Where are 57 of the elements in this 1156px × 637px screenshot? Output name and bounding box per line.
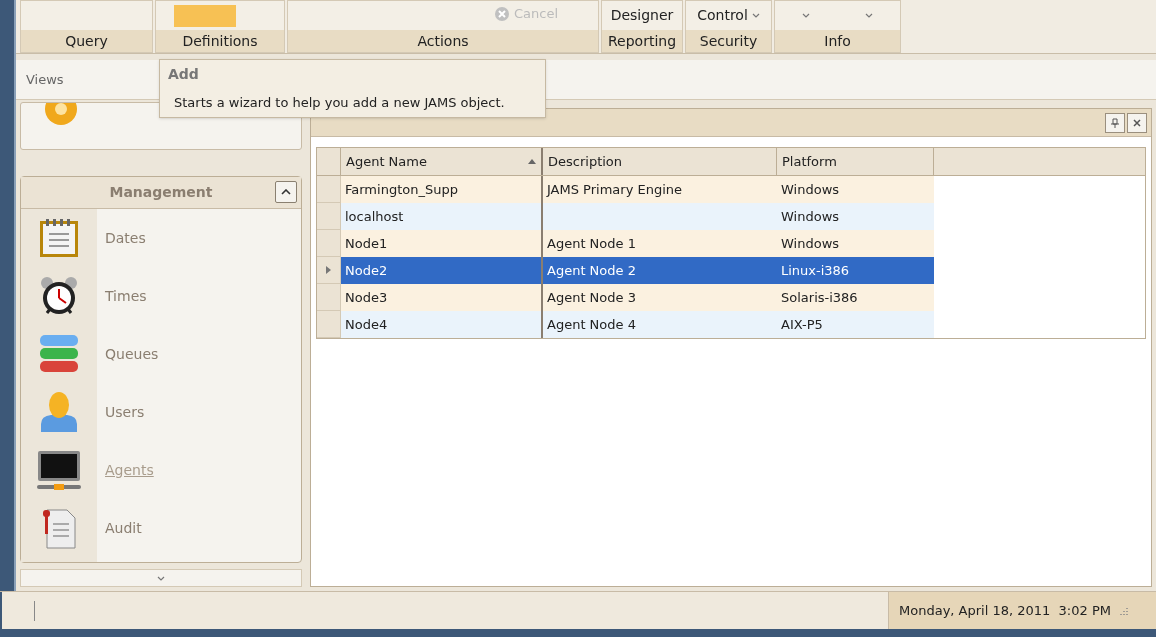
table-cell: localhost [341, 203, 543, 230]
table-cell: Node1 [341, 230, 543, 257]
group-label: Security [686, 30, 771, 52]
table-cell: Agent Node 4 [543, 311, 777, 338]
status-datetime: Monday, April 18, 2011 3:02 PM [899, 601, 1111, 620]
group-label: Definitions [156, 30, 284, 52]
nav-link[interactable]: Agents [105, 459, 154, 481]
column-header[interactable]: Description [543, 148, 777, 175]
caret-icon [751, 13, 760, 18]
table-cell: Agent Node 1 [543, 230, 777, 257]
table-cell: Agent Node 3 [543, 284, 777, 311]
views-label: Views [26, 70, 64, 89]
table-cell: Solaris-i386 [777, 284, 934, 311]
table-cell: Farmington_Supp [341, 176, 543, 203]
ribbon-button[interactable]: Designer [610, 5, 674, 26]
pin-icon [1111, 117, 1119, 128]
group-label: Info [775, 30, 900, 52]
current-row-icon [326, 266, 331, 274]
calendar-icon [37, 216, 81, 260]
ribbon-button[interactable]: Control [697, 5, 760, 26]
expand-bar[interactable] [20, 569, 302, 587]
collapse-button[interactable] [275, 181, 297, 203]
table-cell: Windows [777, 203, 934, 230]
table-cell: JAMS Primary Engine [543, 176, 777, 203]
close-icon [1133, 118, 1141, 127]
resize-grip-icon [1118, 605, 1129, 616]
column-header[interactable]: Platform [777, 148, 934, 175]
tooltip-text: Starts a wizard to help you add a new JAMS object. [174, 94, 506, 112]
table-cell: Windows [777, 176, 934, 203]
nav-link[interactable]: Users [105, 401, 145, 423]
nav-link[interactable]: Queues [105, 343, 159, 365]
table-cell: Node4 [341, 311, 543, 338]
close-circle-icon [493, 5, 510, 22]
chevron-icon [157, 575, 165, 581]
group-label: Actions [288, 30, 598, 52]
group-label: Query [21, 30, 152, 52]
pin-button[interactable] [1105, 112, 1125, 133]
table-cell: Agent Node 2 [543, 257, 777, 284]
chevron-icon [281, 189, 291, 195]
nav-link[interactable]: Audit [105, 517, 142, 539]
nav-link[interactable]: Dates [105, 227, 146, 249]
table-cell: Node3 [341, 284, 543, 311]
row-header[interactable] [317, 257, 341, 284]
table-cell: Linux-i386 [777, 257, 934, 284]
tooltip-title: Add [168, 65, 200, 84]
table-cell: Windows [777, 230, 934, 257]
caret-icon [864, 13, 873, 18]
caret-icon [802, 13, 811, 18]
close-button[interactable] [1127, 112, 1147, 133]
table-cell: AIX-P5 [777, 311, 934, 338]
sort-ascending-icon [528, 159, 536, 164]
table-cell: Node2 [341, 257, 543, 284]
monitor-icon [35, 448, 83, 492]
nav-link[interactable]: Times [105, 285, 147, 307]
group-label: Reporting [602, 30, 682, 52]
panel-title: Management [109, 183, 213, 202]
ribbon-button-icon[interactable] [174, 4, 236, 27]
